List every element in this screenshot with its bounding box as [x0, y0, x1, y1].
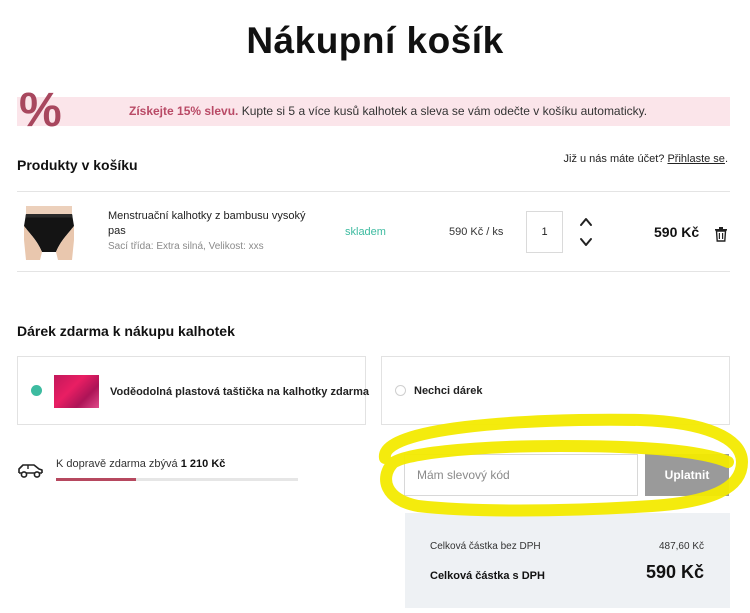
- radio-selected[interactable]: [31, 385, 42, 396]
- gift-heading: Dárek zdarma k nákupu kalhotek: [17, 323, 235, 339]
- chevron-up-icon[interactable]: [578, 214, 594, 230]
- gift-option-bag[interactable]: Voděodolná plastová taštička na kalhotky…: [17, 356, 369, 425]
- promo-banner: Získejte 15% slevu. Kupte si 5 a více ku…: [17, 97, 730, 126]
- gift-option-label: Nechci dárek: [414, 385, 483, 397]
- total-without-vat-value: 487,60 Kč: [658, 541, 704, 552]
- promo-detail: Kupte si 5 a více kusů kalhotek a sleva …: [238, 104, 648, 118]
- divider: [17, 191, 730, 192]
- car-icon: [18, 464, 43, 478]
- shipping-progress: [56, 478, 298, 481]
- gift-option-label: Voděodolná plastová taštička na kalhotky…: [110, 386, 369, 398]
- apply-coupon-button[interactable]: Uplatnit: [645, 454, 729, 496]
- divider: [17, 271, 730, 272]
- order-summary: Celková částka bez DPH 487,60 Kč Celková…: [405, 513, 730, 608]
- total-without-vat-label: Celková částka bez DPH: [430, 541, 541, 552]
- product-name[interactable]: Menstruační kalhotky z bambusu vysoký pa…: [108, 209, 323, 239]
- stock-status: skladem: [345, 226, 386, 238]
- coupon-input[interactable]: [404, 454, 638, 496]
- shipping-amount: 1 210 Kč: [180, 458, 226, 470]
- radio-unselected[interactable]: [395, 385, 406, 396]
- total-with-vat-value: 590 Kč: [645, 562, 704, 582]
- promo-text: Získejte 15% slevu. Kupte si 5 a více ku…: [129, 97, 647, 126]
- unit-price: 590 Kč / ks: [449, 226, 504, 238]
- total-with-vat-label: Celková částka s DPH: [430, 570, 545, 582]
- shipping-text: K dopravě zdarma zbývá 1 210 Kč: [56, 458, 225, 470]
- percent-icon: %: [19, 84, 62, 137]
- login-prompt: Již u nás máte účet? Přihlaste se.: [564, 153, 729, 165]
- trash-icon[interactable]: [713, 226, 729, 242]
- line-total: 590 Kč: [654, 224, 700, 240]
- login-prompt-text: Již u nás máte účet?: [563, 153, 668, 165]
- chevron-down-icon[interactable]: [578, 234, 594, 250]
- login-link[interactable]: Přihlaste se: [667, 153, 724, 165]
- login-suffix: .: [724, 153, 728, 165]
- shipping-label: K dopravě zdarma zbývá: [56, 458, 181, 470]
- shipping-progress-fill: [56, 478, 136, 481]
- cart-heading: Produkty v košíku: [17, 157, 138, 173]
- promo-strong: Získejte 15% slevu.: [129, 104, 239, 118]
- product-image[interactable]: [18, 200, 80, 264]
- gift-option-none[interactable]: Nechci dárek: [381, 356, 730, 425]
- quantity-input[interactable]: 1: [526, 211, 563, 253]
- gift-bag-image: [54, 375, 99, 408]
- product-variant: Sací třída: Extra silná, Velikost: xxs: [108, 241, 264, 252]
- page-title: Nákupní košík: [246, 20, 504, 61]
